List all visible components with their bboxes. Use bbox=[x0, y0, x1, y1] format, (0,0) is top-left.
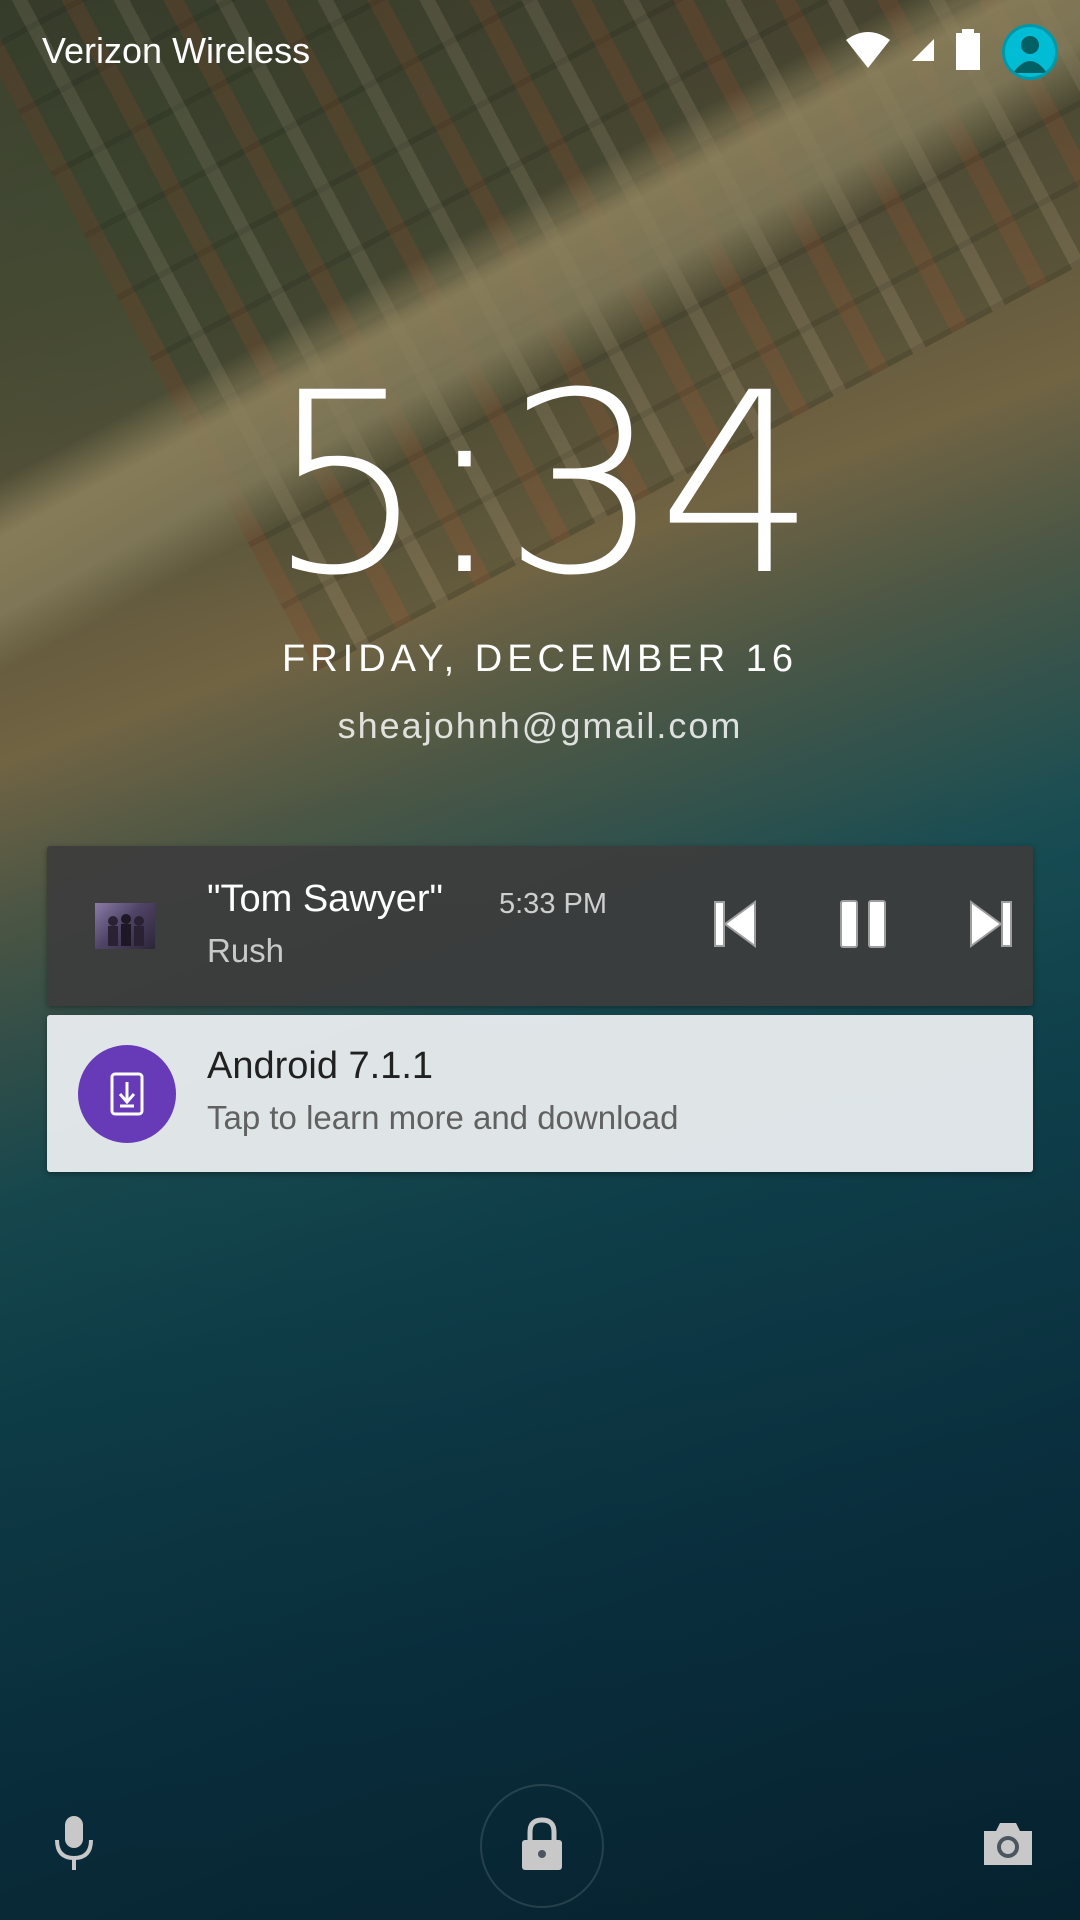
owner-info: sheajohnh@gmail.com bbox=[337, 705, 743, 746]
cell-signal-icon bbox=[912, 38, 934, 66]
lock-screen: Verizon Wireless 5:34 FRIDAY, DECEMBER 1… bbox=[0, 0, 1080, 1920]
system-update-icon bbox=[78, 1045, 176, 1143]
previous-track-button[interactable] bbox=[695, 884, 775, 968]
lockscreen-date: FRIDAY, DECEMBER 16 bbox=[282, 638, 798, 680]
lockscreen-clock: 5:34 bbox=[267, 339, 816, 630]
next-track-button[interactable] bbox=[951, 884, 1031, 968]
notification-time: 5:33 PM bbox=[499, 888, 607, 920]
pause-button[interactable] bbox=[823, 884, 903, 968]
status-bar: Verizon Wireless bbox=[0, 0, 1080, 108]
system-update-notification[interactable]: Android 7.1.1 Tap to learn more and down… bbox=[47, 1015, 1033, 1172]
battery-icon bbox=[954, 28, 982, 76]
unlock-button[interactable] bbox=[480, 1784, 604, 1908]
microphone-icon bbox=[52, 1814, 96, 1877]
update-text: Tap to learn more and download bbox=[207, 1099, 679, 1136]
voice-assist-button[interactable] bbox=[44, 1810, 104, 1880]
previous-icon bbox=[713, 899, 757, 953]
user-avatar-icon[interactable] bbox=[1002, 24, 1058, 80]
track-artist: Rush bbox=[207, 932, 285, 969]
media-notification[interactable]: "Tom Sawyer" 5:33 PM Rush bbox=[47, 846, 1033, 1006]
next-icon bbox=[969, 899, 1013, 953]
pause-icon bbox=[839, 899, 887, 954]
carrier-name: Verizon Wireless bbox=[42, 30, 311, 71]
album-art bbox=[95, 903, 155, 949]
update-title: Android 7.1.1 bbox=[207, 1045, 434, 1087]
wifi-icon bbox=[844, 30, 892, 75]
track-title: "Tom Sawyer" bbox=[207, 878, 444, 920]
lock-icon bbox=[520, 1816, 564, 1877]
camera-icon bbox=[980, 1819, 1036, 1872]
status-icons bbox=[844, 22, 1058, 82]
camera-shortcut-button[interactable] bbox=[976, 1812, 1040, 1878]
